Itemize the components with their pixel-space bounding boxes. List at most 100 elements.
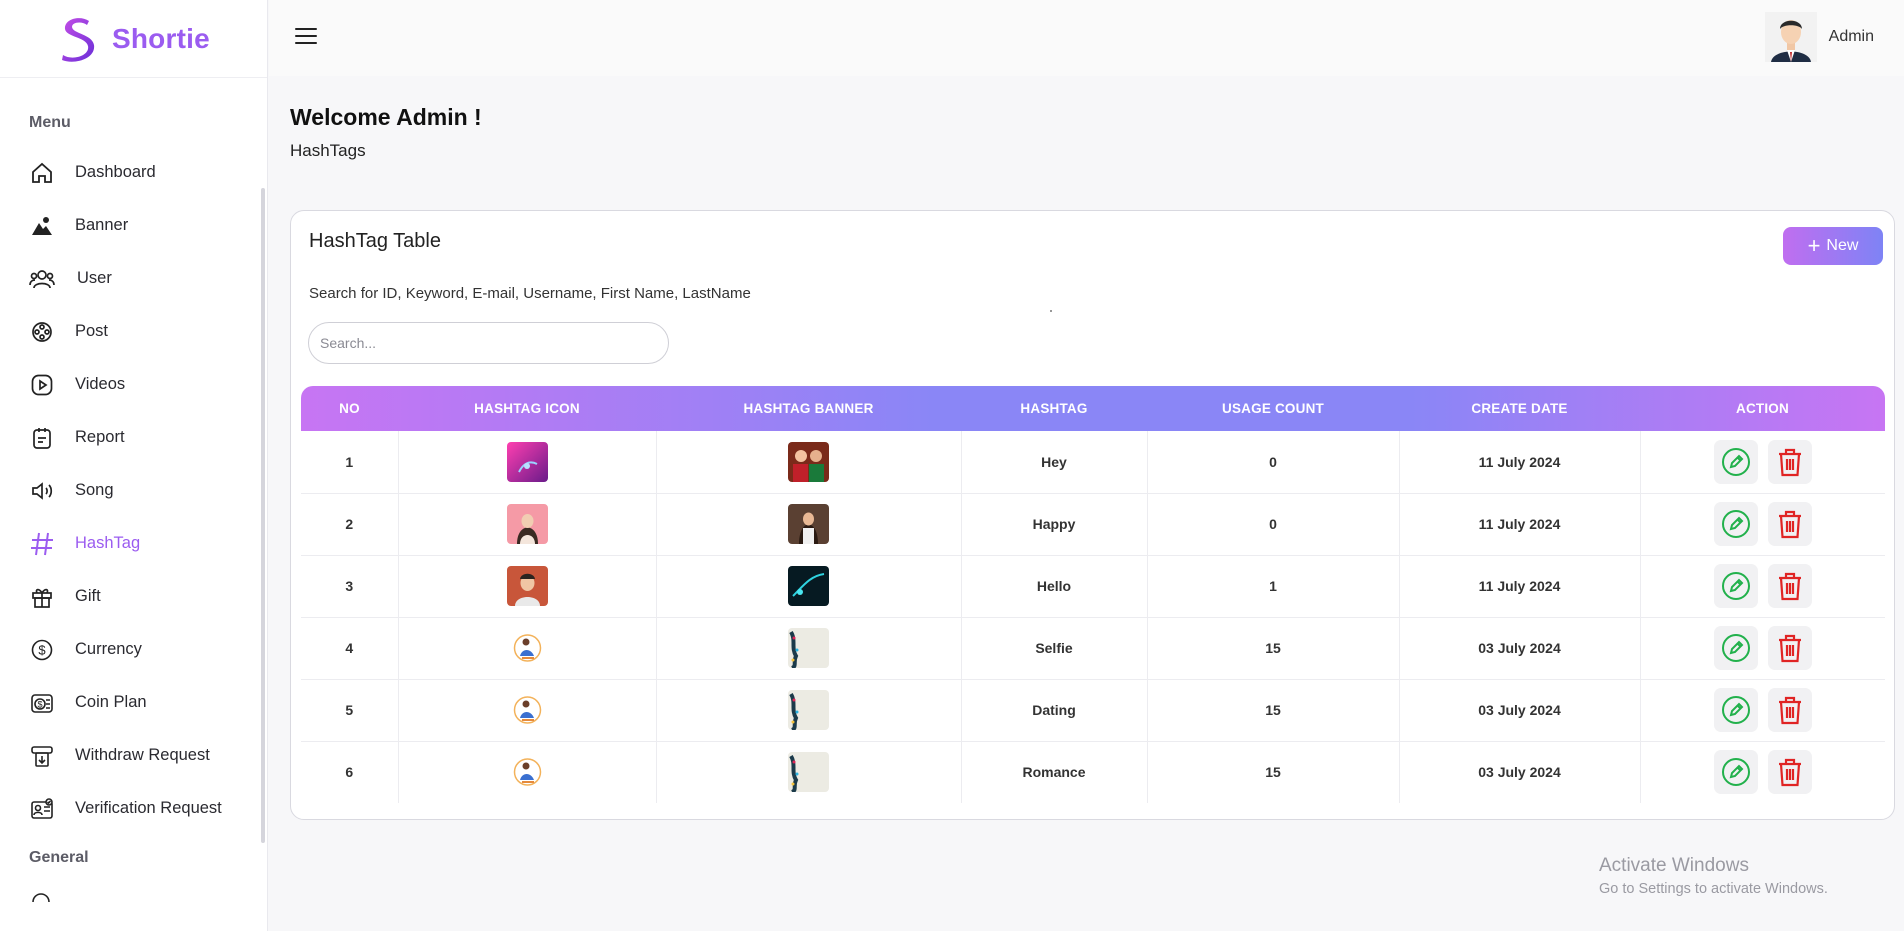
speaker-icon (29, 478, 55, 504)
delete-button[interactable] (1767, 502, 1812, 546)
hashtag-icon-image[interactable] (506, 441, 548, 482)
hashtag-icon-image[interactable] (506, 752, 548, 793)
edit-icon (1721, 634, 1750, 662)
edit-icon (1721, 447, 1750, 476)
cell-actions (1640, 679, 1885, 742)
dollar-icon: $ (29, 637, 55, 663)
column-header-banner[interactable]: HASHTAG BANNER (656, 386, 961, 431)
edit-button[interactable] (1713, 564, 1758, 608)
column-header-no[interactable]: NO (301, 386, 398, 431)
hashtag-table-card: HashTag Table + New Search for ID, Keywo… (290, 210, 1895, 820)
edit-icon (1721, 758, 1750, 787)
withdraw-icon (29, 743, 55, 769)
cell-icon (398, 617, 657, 680)
watermark-title: Activate Windows (1599, 855, 1749, 876)
column-header-icon[interactable]: HASHTAG ICON (398, 386, 656, 431)
hashtag-banner-image[interactable] (788, 441, 829, 482)
cell-usage-count: 0 (1147, 431, 1400, 494)
edit-button[interactable] (1713, 439, 1758, 484)
sidebar-item-withdraw-request[interactable]: Withdraw Request (0, 729, 267, 782)
cell-no: 4 (301, 617, 399, 680)
film-reel-icon (29, 319, 55, 345)
hashtag-icon-image[interactable] (506, 690, 548, 730)
cell-banner (656, 617, 962, 680)
column-header-create-date[interactable]: CREATE DATE (1399, 386, 1640, 431)
play-icon (29, 372, 55, 398)
trash-icon (1778, 759, 1801, 787)
cell-banner (656, 555, 962, 618)
cell-banner (656, 741, 962, 803)
sidebar-item-label: Banner (75, 216, 129, 234)
cell-icon (398, 493, 657, 556)
table-row: 6 Romance 15 03 July 2024 (301, 741, 1885, 803)
new-hashtag-button[interactable]: + New (1783, 227, 1883, 265)
hashtag-banner-image[interactable] (788, 690, 829, 730)
admin-profile[interactable]: Admin (1764, 12, 1874, 62)
sidebar-item-partial[interactable] (0, 877, 267, 917)
table-row: 1 Hey 0 11 July 2024 (301, 431, 1885, 494)
app-name: Shortie (112, 22, 210, 54)
sidebar-scrollbar[interactable] (261, 188, 265, 843)
search-input[interactable] (308, 322, 669, 364)
hamburger-menu-icon[interactable] (295, 28, 317, 46)
cell-banner (656, 493, 962, 556)
cell-icon (398, 431, 657, 494)
edit-button[interactable] (1713, 750, 1758, 795)
delete-button[interactable] (1767, 688, 1812, 732)
sidebar-item-banner[interactable]: Banner (0, 199, 267, 252)
cell-create-date: 03 July 2024 (1399, 741, 1641, 803)
edit-button[interactable] (1713, 626, 1758, 670)
hashtag-banner-image[interactable] (788, 752, 829, 793)
general-section-title: General (29, 849, 89, 866)
delete-button[interactable] (1767, 564, 1812, 608)
sidebar-item-report[interactable]: Report (0, 411, 267, 464)
sidebar-item-currency[interactable]: $ Currency (0, 623, 267, 676)
card-title: HashTag Table (309, 230, 441, 252)
table-row: 5 Dating 15 03 July 2024 (301, 679, 1885, 742)
sidebar-item-gift[interactable]: Gift (0, 570, 267, 623)
search-hint: Search for ID, Keyword, E-mail, Username… (309, 285, 751, 302)
cell-usage-count: 15 (1147, 741, 1400, 803)
cell-hashtag: Selfie (961, 617, 1148, 680)
hashtag-banner-image[interactable] (788, 628, 829, 668)
hashtag-banner-image[interactable] (788, 504, 829, 544)
delete-button[interactable] (1767, 626, 1812, 670)
cell-actions (1640, 741, 1885, 803)
delete-button[interactable] (1767, 439, 1812, 484)
edit-button[interactable] (1713, 502, 1758, 546)
sidebar-item-label: Withdraw Request (75, 746, 210, 764)
sidebar-item-hashtag[interactable]: HashTag (0, 517, 267, 570)
hashtag-icon-image[interactable] (506, 504, 548, 544)
sidebar-item-verification-request[interactable]: Verification Request (0, 782, 267, 835)
avatar (1764, 12, 1817, 62)
breadcrumb: HashTags (290, 141, 366, 160)
edit-button[interactable] (1713, 688, 1758, 732)
shortie-logo-icon (62, 17, 95, 62)
sidebar-item-user[interactable]: User (0, 252, 267, 305)
cell-hashtag: Romance (961, 741, 1148, 803)
cell-usage-count: 15 (1147, 617, 1400, 680)
sidebar-item-label: Report (75, 428, 125, 446)
cell-icon (398, 679, 657, 742)
hashtag-icon-image[interactable] (506, 566, 548, 606)
sidebar-item-coin-plan[interactable]: $ Coin Plan (0, 676, 267, 729)
cell-banner (656, 431, 962, 494)
sidebar-item-label: Videos (75, 375, 126, 393)
sidebar-item-dashboard[interactable]: Dashboard (0, 146, 267, 199)
edit-icon (1721, 510, 1750, 538)
settings-icon (29, 888, 53, 911)
column-header-usage-count[interactable]: USAGE COUNT (1147, 386, 1399, 431)
sidebar-item-videos[interactable]: Videos (0, 358, 267, 411)
cell-no: 3 (301, 555, 399, 618)
column-header-hashtag[interactable]: HASHTAG (961, 386, 1147, 431)
cell-no: 1 (301, 431, 399, 494)
hashtag-icon-image[interactable] (506, 628, 548, 668)
delete-button[interactable] (1767, 750, 1812, 795)
table-row: 4 Selfie 15 03 July 2024 (301, 617, 1885, 680)
hashtag-banner-image[interactable] (788, 566, 829, 606)
sidebar-item-song[interactable]: Song (0, 464, 267, 517)
sidebar-item-post[interactable]: Post (0, 305, 267, 358)
brand[interactable]: Shortie (0, 0, 267, 78)
cell-hashtag: Happy (961, 493, 1148, 556)
users-icon (29, 266, 55, 292)
